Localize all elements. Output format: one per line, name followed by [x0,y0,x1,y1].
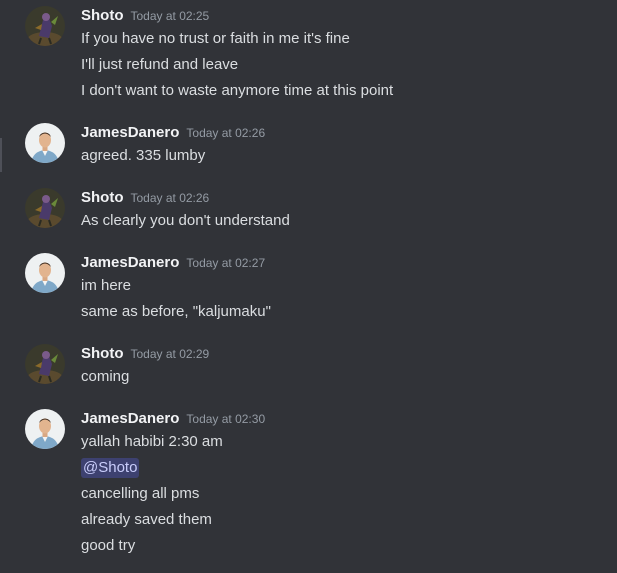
timestamp[interactable]: Today at 02:26 [131,188,210,208]
james-avatar-image [25,253,65,293]
message-line: I'll just refund and leave [81,56,239,73]
username[interactable]: JamesDanero [81,409,179,429]
message-content: im here same as before, "kaljumaku" [81,275,271,327]
message-header: JamesDanero Today at 02:26 [81,123,265,143]
message-line: agreed. 335 lumby [81,147,206,164]
james-avatar-image [25,409,65,449]
message-header: JamesDanero Today at 02:27 [81,253,265,273]
message-header: JamesDanero Today at 02:30 [81,409,265,429]
message-header: Shoto Today at 02:25 [81,6,209,26]
username[interactable]: Shoto [81,6,124,26]
message-line: already saved them [81,511,212,528]
message-line: coming [81,368,130,385]
shoto-avatar-image [25,188,65,228]
message-content: yallah habibi 2:30 am @Shoto cancelling … [81,431,223,561]
message-line: good try [81,537,136,554]
avatar[interactable] [25,409,65,449]
avatar[interactable] [25,6,65,46]
username[interactable]: Shoto [81,188,124,208]
timestamp[interactable]: Today at 02:25 [131,6,210,26]
shoto-avatar-image [25,344,65,384]
avatar[interactable] [25,344,65,384]
username[interactable]: JamesDanero [81,253,179,273]
shoto-avatar-image [25,6,65,46]
username[interactable]: JamesDanero [81,123,179,143]
message-line: I don't want to waste anymore time at th… [81,82,394,99]
scroll-edge-indicator [0,138,2,172]
message-header: Shoto Today at 02:26 [81,188,209,208]
user-mention[interactable]: @Shoto [81,458,140,478]
message-line: @Shoto [81,457,223,479]
avatar[interactable] [25,188,65,228]
message-line: yallah habibi 2:30 am [81,433,223,450]
timestamp[interactable]: Today at 02:26 [186,123,265,143]
avatar[interactable] [25,123,65,163]
message-content: If you have no trust or faith in me it's… [81,28,393,106]
message-line: If you have no trust or faith in me it's… [81,30,350,47]
message-content: agreed. 335 lumby [81,145,205,171]
message-line: As clearly you don't understand [81,212,290,229]
james-avatar-image [25,123,65,163]
message-content: coming [81,366,129,392]
timestamp[interactable]: Today at 02:27 [186,253,265,273]
message-line: cancelling all pms [81,485,200,502]
avatar[interactable] [25,253,65,293]
message-header: Shoto Today at 02:29 [81,344,209,364]
message-content: As clearly you don't understand [81,210,290,236]
message-line: im here [81,277,132,294]
message-line: same as before, "kaljumaku" [81,303,271,320]
timestamp[interactable]: Today at 02:30 [186,409,265,429]
username[interactable]: Shoto [81,344,124,364]
timestamp[interactable]: Today at 02:29 [131,344,210,364]
